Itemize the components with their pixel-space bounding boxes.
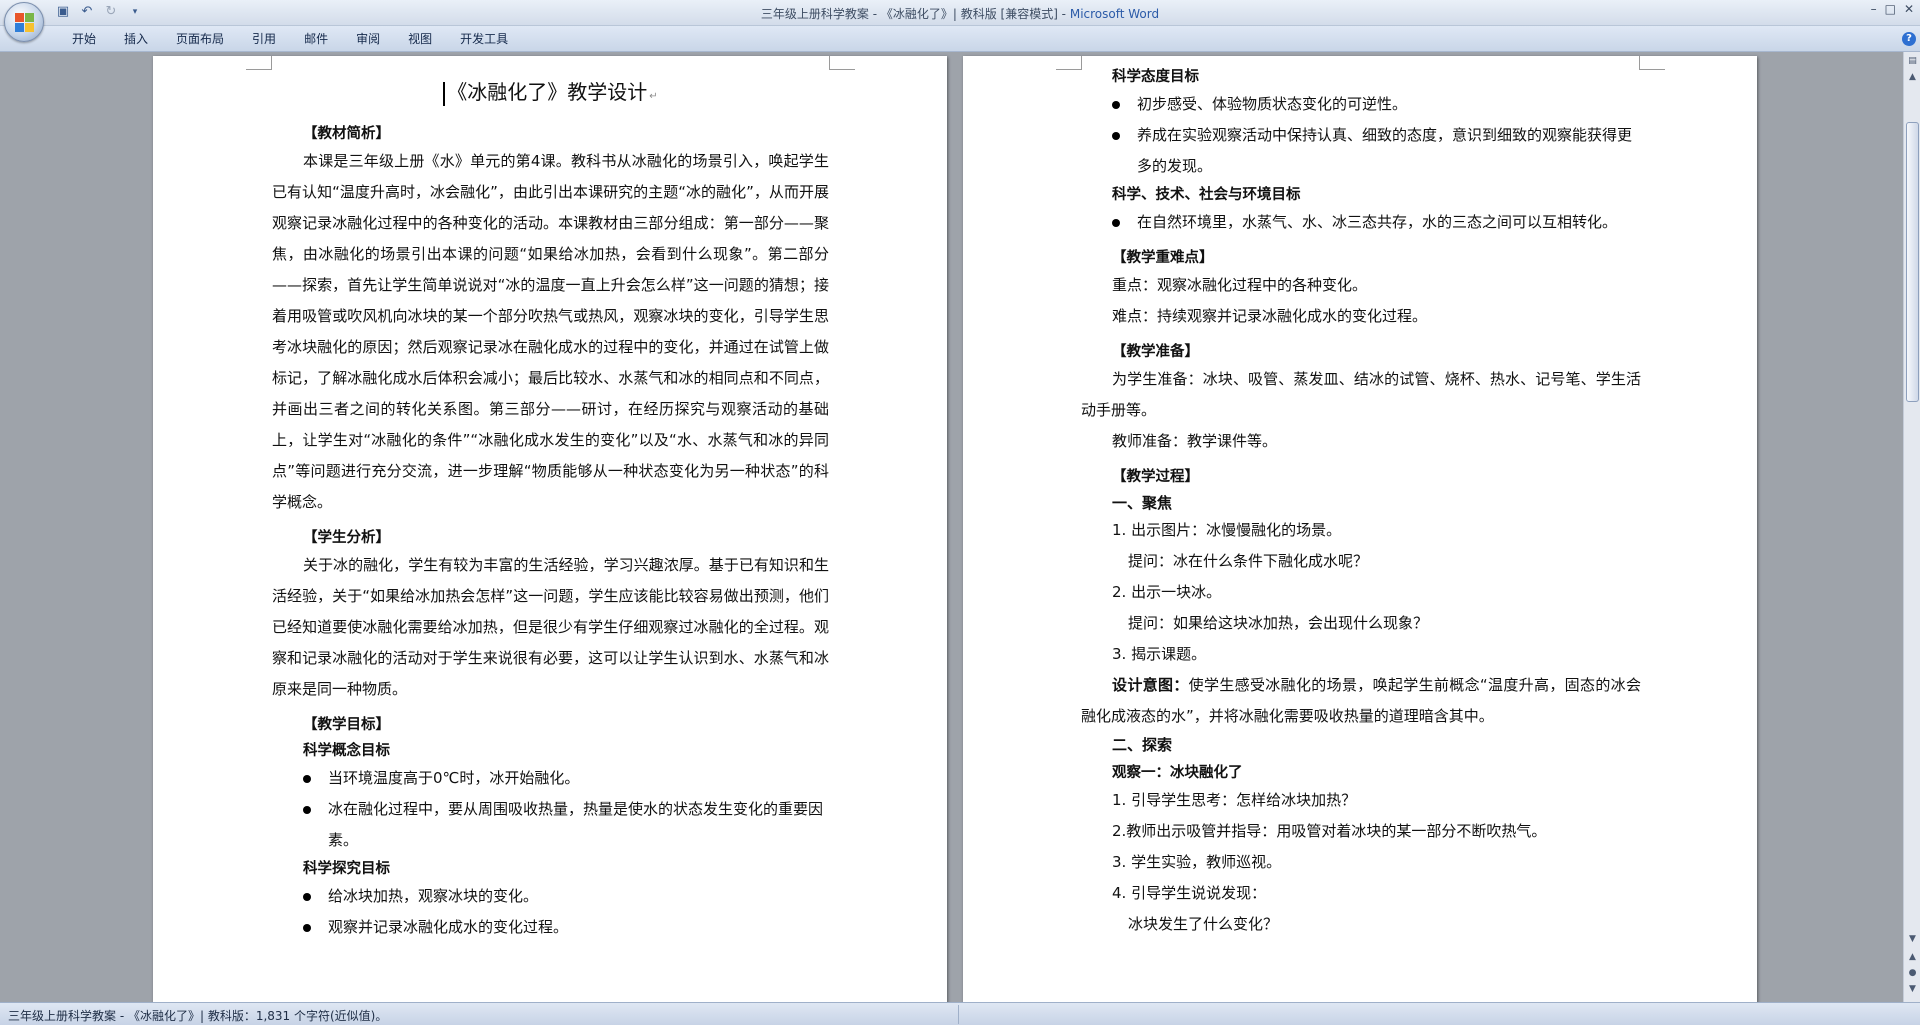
page-corner-mark (1639, 56, 1665, 70)
list-item: 提问：如果给这块冰加热，会出现什么现象？ (1128, 614, 1429, 632)
bullet-item: 给冰块加热，观察冰块的变化。 (272, 881, 829, 912)
bullet-item: 养成在实验观察活动中保持认真、细致的态度，意识到细致的观察能获得更多的发现。 (1081, 120, 1641, 182)
section-heading: 【教学过程】 (1112, 469, 1199, 485)
paragraph: 难点：持续观察并记录冰融化成水的变化过程。 (1112, 307, 1428, 325)
vertical-scrollbar[interactable]: ▤ ▲ ▼ ▲ ● ▼ (1903, 52, 1920, 1002)
bullet-item: 当环境温度高于0℃时，冰开始融化。 (272, 763, 829, 794)
tab-developer[interactable]: 开发工具 (446, 30, 522, 48)
status-text: 三年级上册科学教案 - 《冰融化了》| 教科版：1,831 个字符(近似值)。 (8, 1009, 388, 1023)
paragraph: 重点：观察冰融化过程中的各种变化。 (1112, 276, 1368, 294)
tab-view[interactable]: 视图 (394, 30, 446, 48)
office-button[interactable] (4, 2, 44, 42)
list-item: 4. 引导学生说说发现： (1112, 884, 1267, 902)
browse-object-icon[interactable]: ● (1905, 966, 1920, 981)
office-logo-icon (15, 13, 35, 33)
bullet-icon (303, 806, 311, 814)
paragraph: 教师准备：教学课件等。 (1112, 432, 1278, 450)
intent-label: 设计意图： (1112, 676, 1189, 694)
close-button[interactable]: ✕ (1904, 2, 1914, 16)
scroll-up-icon[interactable]: ▲ (1905, 70, 1920, 85)
subheading: 科学、技术、社会与环境目标 (1112, 187, 1301, 203)
bullet-icon (1112, 132, 1120, 140)
page-corner-mark (829, 56, 855, 70)
paragraph: 设计意图：使学生感受冰融化的场景，唤起学生前概念“温度升高，固态的冰会融化成液态… (1081, 670, 1641, 732)
text-cursor (443, 81, 446, 106)
scrollbar-thumb[interactable] (1906, 122, 1919, 402)
maximize-button[interactable]: □ (1885, 2, 1896, 16)
paragraph: 本课是三年级上册《水》单元的第4课。教科书从冰融化的场景引入，唤起学生已有认知“… (272, 152, 829, 511)
section-heading: 【教学准备】 (1112, 344, 1199, 360)
tab-review[interactable]: 审阅 (342, 30, 394, 48)
section-heading: 【教学目标】 (303, 717, 390, 733)
bullet-icon (1112, 219, 1120, 227)
list-item: 提问：冰在什么条件下融化成水呢？ (1128, 552, 1369, 570)
list-item: 冰块发生了什么变化？ (1128, 915, 1279, 933)
section-heading: 【教材简析】 (303, 126, 390, 142)
help-icon[interactable]: ? (1902, 32, 1916, 46)
section-heading: 【教学重难点】 (1112, 250, 1214, 266)
subheading: 一、聚焦 (1112, 494, 1173, 512)
title-bar: ▣ ↶ ↻ ▾ 三年级上册科学教案 - 《冰融化了》| 教科版 [兼容模式] -… (0, 0, 1920, 42)
minimize-button[interactable]: – (1871, 2, 1877, 16)
list-item: 3. 揭示课题。 (1112, 645, 1207, 663)
tab-mailings[interactable]: 邮件 (290, 30, 342, 48)
tab-home[interactable]: 开始 (58, 30, 110, 48)
list-item: 2. 出示一块冰。 (1112, 583, 1222, 601)
tab-insert[interactable]: 插入 (110, 30, 162, 48)
subheading: 科学探究目标 (303, 861, 390, 877)
list-item: 1. 出示图片：冰慢慢融化的场景。 (1112, 521, 1342, 539)
ruler-toggle-icon[interactable]: ▤ (1905, 54, 1920, 69)
bullet-icon (303, 924, 311, 932)
bullet-item: 在自然环境里，水蒸气、水、冰三态共存，水的三态之间可以互相转化。 (1081, 207, 1641, 238)
window-controls: – □ ✕ (1871, 2, 1914, 16)
status-divider (958, 1005, 959, 1024)
document-title: 《冰融化了》教学设计 ↵ (272, 78, 829, 106)
subheading: 科学态度目标 (1112, 69, 1199, 85)
scroll-down-icon[interactable]: ▼ (1905, 932, 1920, 947)
tab-page-layout[interactable]: 页面布局 (162, 30, 238, 48)
ribbon: 开始 插入 页面布局 引用 邮件 审阅 视图 开发工具 ? (0, 26, 1920, 52)
previous-page-icon[interactable]: ▲ (1905, 950, 1920, 965)
ribbon-tabs: 开始 插入 页面布局 引用 邮件 审阅 视图 开发工具 (58, 30, 522, 48)
section-heading: 【学生分析】 (303, 530, 390, 546)
next-page-icon[interactable]: ▼ (1905, 982, 1920, 997)
document-workspace: 《冰融化了》教学设计 ↵ 【教材简析】 本课是三年级上册《水》单元的第4课。教科书… (0, 52, 1903, 1002)
window-title-doc: 三年级上册科学教案 - 《冰融化了》| 教科版 [兼容模式] - (760, 7, 1070, 21)
bullet-icon (303, 775, 311, 783)
subheading: 科学概念目标 (303, 743, 390, 759)
bullet-icon (303, 893, 311, 901)
bullet-item: 初步感受、体验物质状态变化的可逆性。 (1081, 89, 1641, 120)
page-content: 科学态度目标 初步感受、体验物质状态变化的可逆性。 养成在实验观察活动中保持认真… (1081, 56, 1641, 940)
list-item: 3. 学生实验，教师巡视。 (1112, 853, 1282, 871)
page-corner-mark (246, 56, 272, 70)
window-title-app: Microsoft Word (1069, 7, 1160, 21)
bullet-icon (1112, 101, 1120, 109)
window-title: 三年级上册科学教案 - 《冰融化了》| 教科版 [兼容模式] - Microso… (0, 5, 1920, 22)
document-page-right[interactable]: 科学态度目标 初步感受、体验物质状态变化的可逆性。 养成在实验观察活动中保持认真… (963, 56, 1757, 1002)
bullet-item: 观察并记录冰融化成水的变化过程。 (272, 912, 829, 943)
document-page-left[interactable]: 《冰融化了》教学设计 ↵ 【教材简析】 本课是三年级上册《水》单元的第4课。教科书… (153, 56, 947, 1002)
document-title-text: 《冰融化了》教学设计 (447, 80, 648, 104)
tab-references[interactable]: 引用 (238, 30, 290, 48)
paragraph: 关于冰的融化，学生有较为丰富的生活经验，学习兴趣浓厚。基于已有知识和生活经验，关… (272, 556, 829, 698)
status-bar: 三年级上册科学教案 - 《冰融化了》| 教科版：1,831 个字符(近似值)。 (0, 1002, 1920, 1025)
subheading: 观察一：冰块融化了 (1112, 765, 1243, 781)
list-item: 2.教师出示吸管并指导：用吸管对着冰块的某一部分不断吹热气。 (1112, 822, 1547, 840)
list-item: 1. 引导学生思考：怎样给冰块加热？ (1112, 791, 1357, 809)
paragraph: 为学生准备：冰块、吸管、蒸发皿、结冰的试管、烧杯、热水、记号笔、学生活动手册等。 (1081, 370, 1641, 419)
subheading: 二、探索 (1112, 736, 1173, 754)
page-corner-mark (1056, 56, 1082, 70)
bullet-item: 冰在融化过程中，要从周围吸收热量，热量是使水的状态发生变化的重要因素。 (272, 794, 829, 856)
page-content: 《冰融化了》教学设计 ↵ 【教材简析】 本课是三年级上册《水》单元的第4课。教科书… (272, 56, 829, 943)
